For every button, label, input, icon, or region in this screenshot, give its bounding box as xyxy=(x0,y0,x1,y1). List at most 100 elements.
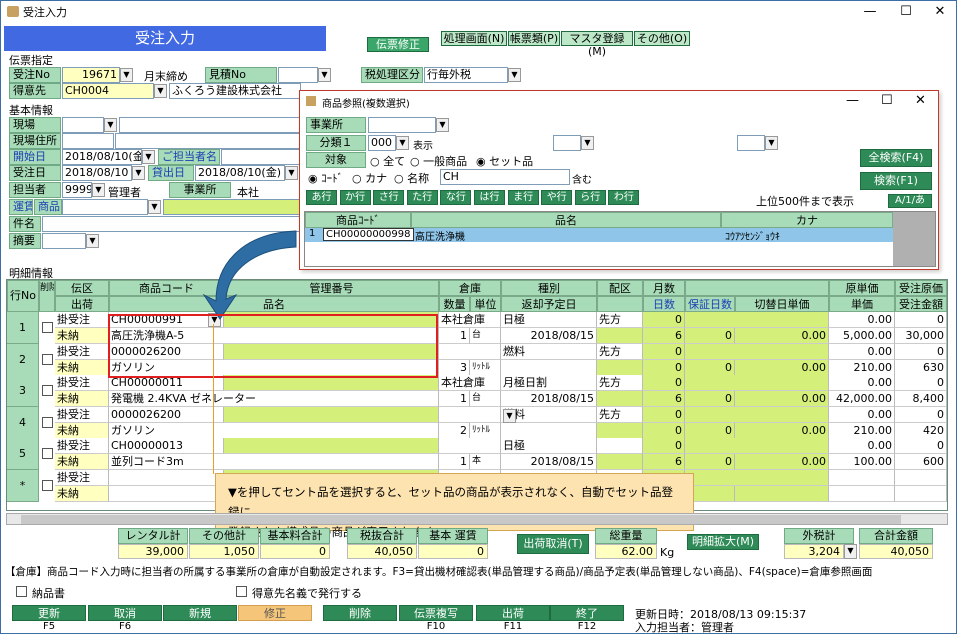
kana-button[interactable]: か行 xyxy=(339,190,371,205)
row-delete-checkbox[interactable] xyxy=(42,353,53,365)
menu-master[interactable]: マスタ登録(M) xyxy=(561,31,633,58)
popup-class2-dropdown[interactable]: ▼ xyxy=(581,136,594,150)
row-days[interactable]: 6 xyxy=(643,454,685,470)
footer-button[interactable]: 新規 xyxy=(163,605,237,621)
row-code[interactable] xyxy=(109,469,224,486)
search-button[interactable]: 検索(F1) xyxy=(860,172,932,190)
customer-name-field[interactable]: ふくろう建設株式会社 xyxy=(169,83,301,99)
site-dropdown[interactable]: ▼ xyxy=(104,118,117,132)
transport-name-field[interactable] xyxy=(163,199,301,215)
site-name-field[interactable] xyxy=(119,117,301,133)
kana-button[interactable]: は行 xyxy=(474,190,505,205)
row-switch-price[interactable]: 0.00 xyxy=(735,422,829,439)
row-delete-checkbox[interactable] xyxy=(42,479,53,491)
popup-office-dropdown[interactable]: ▼ xyxy=(436,118,449,132)
row-price[interactable] xyxy=(829,485,895,502)
row-switch-price[interactable] xyxy=(735,485,829,502)
row-code[interactable]: 0000026200 xyxy=(109,406,224,423)
row-return-date[interactable] xyxy=(501,422,597,439)
maximize-button[interactable]: ☐ xyxy=(889,1,923,23)
popup-class3-dropdown[interactable]: ▼ xyxy=(765,136,778,150)
row-guarantee[interactable]: 0 xyxy=(685,454,735,470)
row-switch-price[interactable]: 0.00 xyxy=(735,391,829,407)
row-delete-checkbox[interactable] xyxy=(42,448,53,459)
row-kind[interactable]: 掛受注 xyxy=(55,469,109,486)
row-days[interactable]: 6 xyxy=(643,328,685,344)
row-unit[interactable]: 台 xyxy=(470,391,501,407)
kana-button[interactable]: ら行 xyxy=(574,190,606,205)
customer-code-field[interactable]: CH0004 xyxy=(62,83,154,99)
row-kind[interactable]: 掛受注 xyxy=(55,406,109,423)
row-mgmt-no[interactable] xyxy=(224,438,439,454)
radio-set[interactable]: ◉ セット品 xyxy=(476,153,533,169)
kana-button[interactable]: あ行 xyxy=(306,190,337,205)
shipment-cancel-button[interactable]: 出荷取消(T) xyxy=(517,534,589,554)
row-name[interactable]: 発電機 2.4KVA ゼネレーター xyxy=(109,391,439,407)
order-no-field[interactable]: 19671 xyxy=(62,67,120,83)
tax-field[interactable]: 行毎外税 xyxy=(424,67,508,83)
kana-button[interactable]: ま行 xyxy=(507,190,539,205)
row-switch-price[interactable]: 0.00 xyxy=(735,328,829,344)
row-days[interactable]: 6 xyxy=(643,391,685,407)
row-months[interactable]: 0 xyxy=(643,406,685,423)
popup-search-input[interactable]: CH xyxy=(440,169,570,185)
row-warehouse[interactable] xyxy=(439,343,501,360)
row-delete-checkbox[interactable] xyxy=(42,385,53,396)
delivery-note-checkbox[interactable] xyxy=(16,586,27,597)
row-guarantee[interactable]: 0 xyxy=(685,422,735,439)
row-warehouse-dropdown[interactable]: ▼ xyxy=(503,409,516,423)
popup-class1-field[interactable]: 000 xyxy=(368,135,396,151)
row-switch-price[interactable]: 0.00 xyxy=(735,359,829,376)
site-field[interactable] xyxy=(62,117,104,133)
row-name[interactable]: 並列コード3m xyxy=(109,454,439,470)
row-return-date[interactable]: 2018/08/15 xyxy=(501,454,597,470)
radio-all[interactable]: ○ 全て xyxy=(370,153,405,169)
lend-date-dropdown[interactable]: ▼ xyxy=(285,166,298,180)
menu-process[interactable]: 処理画面(N) xyxy=(441,31,507,46)
kana-toggle-button[interactable]: A/1/あ xyxy=(888,194,932,208)
estimate-dropdown[interactable]: ▼ xyxy=(318,68,331,82)
row-months[interactable]: 0 xyxy=(643,438,685,454)
row-cost[interactable]: 0.00 xyxy=(829,343,895,360)
row-days[interactable]: 0 xyxy=(643,359,685,376)
row-name[interactable]: ガソリン xyxy=(109,422,439,439)
staff-code-field[interactable]: 9999 xyxy=(62,182,92,198)
row-guarantee[interactable]: 0 xyxy=(685,391,735,407)
site-address-field-2[interactable] xyxy=(115,133,301,149)
kana-button[interactable]: な行 xyxy=(440,190,472,205)
order-date-dropdown[interactable]: ▼ xyxy=(132,166,145,180)
footer-button[interactable]: 修正 xyxy=(238,605,312,621)
row-unit[interactable]: 本 xyxy=(470,454,501,470)
row-qty[interactable]: 1 xyxy=(439,454,470,470)
start-date-field[interactable]: 2018/08/10(金) xyxy=(62,149,142,165)
lend-date-field[interactable]: 2018/08/10(金) xyxy=(195,165,285,181)
popup-maximize-button[interactable]: ☐ xyxy=(881,93,893,108)
row-kind[interactable]: 掛受注 xyxy=(55,375,109,391)
row-warehouse[interactable]: 本社倉庫 xyxy=(439,312,501,328)
tax-dropdown[interactable]: ▼ xyxy=(508,68,521,82)
popup-close-button[interactable]: ✕ xyxy=(915,93,926,108)
row-guarantee[interactable]: 0 xyxy=(685,359,735,376)
row-price[interactable]: 42,000.00 xyxy=(829,391,895,407)
row-kind[interactable]: 掛受注 xyxy=(55,438,109,454)
radio-general[interactable]: ○ 一般商品 xyxy=(410,153,467,169)
radio-code[interactable]: ◉ ｺｰﾄﾞ xyxy=(308,170,343,186)
row-cost[interactable]: 0.00 xyxy=(829,406,895,423)
summary-dropdown[interactable]: ▼ xyxy=(86,234,99,248)
row-return-date[interactable]: 2018/08/15 xyxy=(501,391,597,407)
kana-button[interactable]: や行 xyxy=(541,190,573,205)
person-field[interactable] xyxy=(221,149,301,165)
row-warehouse[interactable] xyxy=(439,438,501,454)
minimize-button[interactable]: — xyxy=(853,1,887,23)
row-months[interactable]: 0 xyxy=(643,343,685,360)
row-months[interactable]: 0 xyxy=(643,375,685,391)
row-days[interactable]: 0 xyxy=(643,422,685,439)
row-price[interactable]: 100.00 xyxy=(829,454,895,470)
row-guarantee[interactable]: 0 xyxy=(685,328,735,344)
expand-detail-button[interactable]: 明細拡大(M) xyxy=(687,534,759,550)
site-address-field[interactable] xyxy=(62,133,114,149)
external-tax-dropdown[interactable]: ▼ xyxy=(844,544,857,559)
menu-other[interactable]: その他(O) xyxy=(634,31,690,46)
row-cost[interactable]: 0.00 xyxy=(829,375,895,391)
row-qty[interactable]: 3 xyxy=(439,359,470,376)
